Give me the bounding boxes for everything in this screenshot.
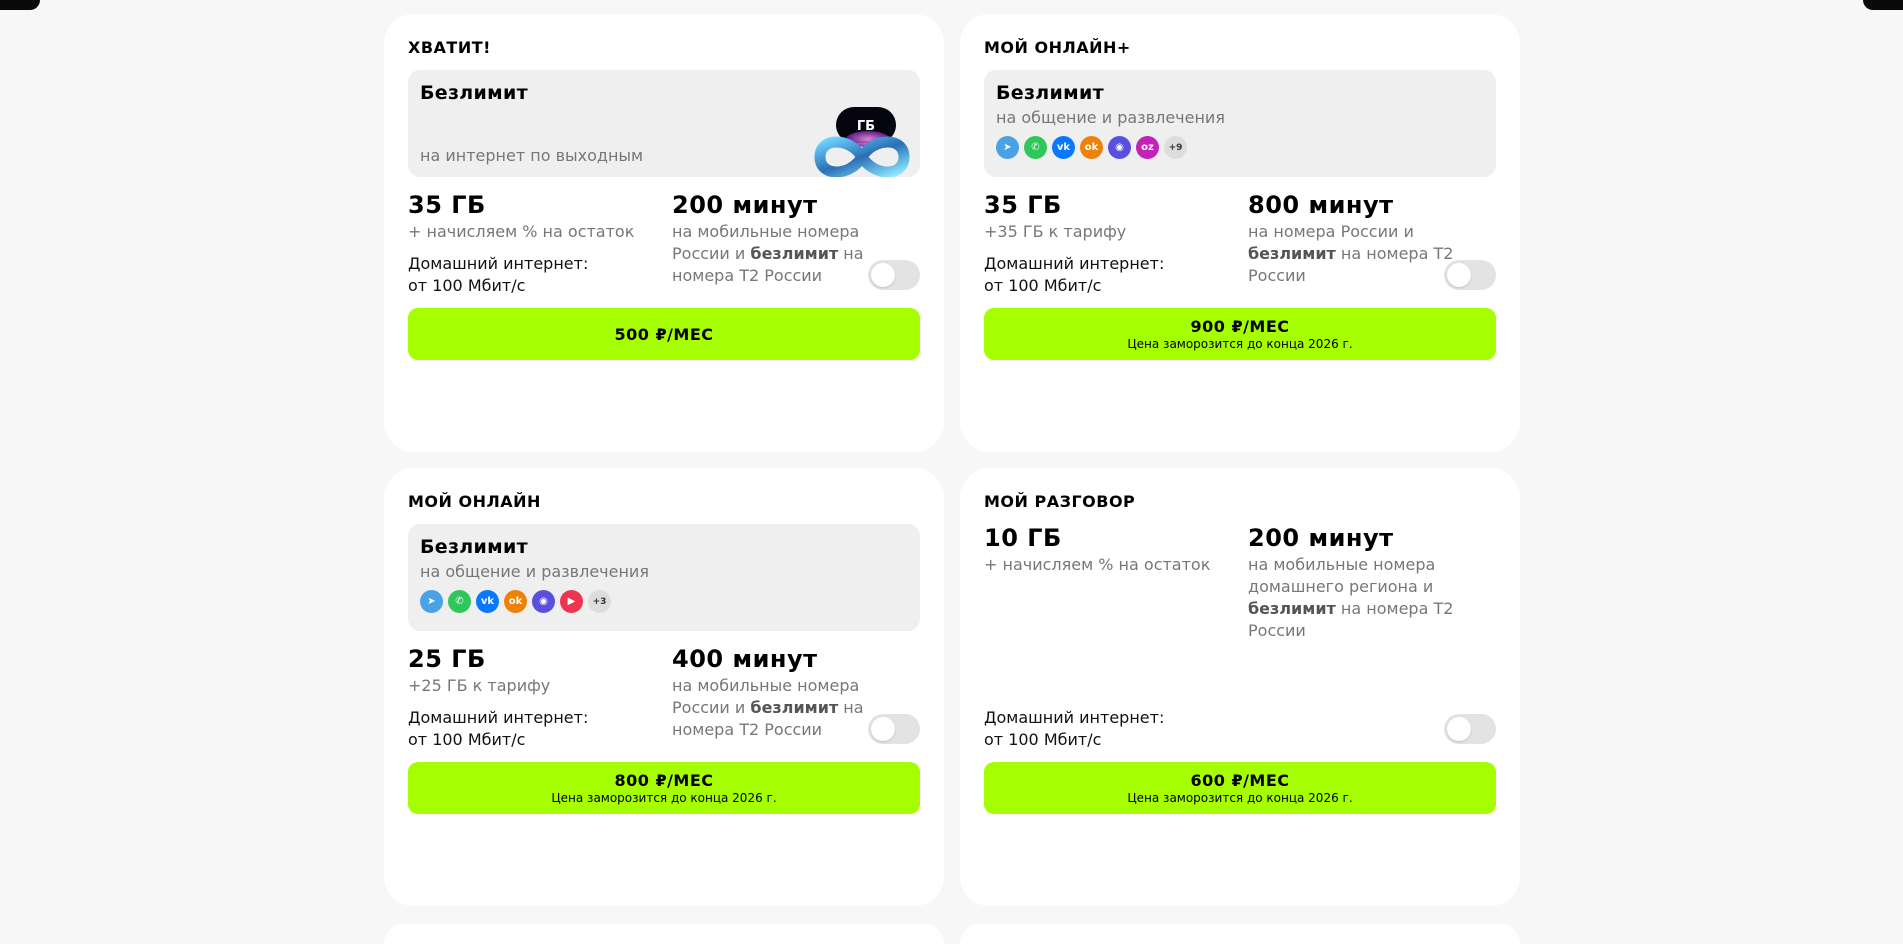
data-stat: 10 ГБ + начисляем % на остаток: [984, 524, 1248, 642]
price-freeze-note: Цена заморозится до конца 2026 г.: [1127, 337, 1353, 351]
minutes-amount: 400 минут: [672, 645, 818, 673]
ok-icon: ok: [1080, 136, 1103, 159]
vk-icon: vk: [1052, 136, 1075, 159]
infinity-gb-icon: ГБ: [814, 107, 910, 177]
telegram-icon: ➤: [420, 590, 443, 613]
telegram-icon: ➤: [996, 136, 1019, 159]
vk-icon: vk: [476, 590, 499, 613]
promo-subtitle: на интернет по выходным: [420, 146, 644, 165]
promo-box: Безлимит на интернет по выходным ГБ: [408, 70, 920, 177]
tariff-title: МОЙ РАЗГОВОР: [984, 492, 1136, 511]
home-internet-label: Домашний интернет: от 100 Мбит/с: [408, 708, 589, 749]
home-internet-row: Домашний интернет: от 100 Мбит/с: [984, 707, 1496, 751]
whatsapp-icon: ✆: [1024, 136, 1047, 159]
data-amount: 35 ГБ: [984, 191, 1062, 219]
data-description: + начисляем % на остаток: [984, 555, 1211, 574]
minutes-amount: 200 минут: [672, 191, 818, 219]
max-icon: ◉: [1108, 136, 1131, 159]
home-internet-label: Домашний интернет: от 100 Мбит/с: [984, 254, 1165, 295]
app-icons: ➤ ✆ vk ok ◉ oz +9: [996, 136, 1484, 159]
price-label: 600 ₽/МЕС: [1190, 771, 1290, 790]
promo-heading: Безлимит: [420, 536, 528, 558]
price-button[interactable]: 500 ₽/МЕС: [408, 308, 920, 360]
minutes-amount: 800 минут: [1248, 191, 1394, 219]
price-freeze-note: Цена заморозится до конца 2026 г.: [1127, 791, 1353, 805]
data-description: +35 ГБ к тарифу: [984, 222, 1127, 241]
promo-box: Безлимит на общение и развлечения ➤ ✆ vk ok…: [408, 524, 920, 631]
tariff-card-hvatit[interactable]: ХВАТИТ! Безлимит на интернет по выходным: [384, 14, 944, 452]
price-label: 500 ₽/МЕС: [614, 324, 714, 344]
home-internet-toggle[interactable]: [1444, 714, 1496, 744]
promo-box: Безлимит на общение и развлечения ➤ ✆ vk ok…: [984, 70, 1496, 177]
price-freeze-note: Цена заморозится до конца 2026 г.: [551, 791, 777, 805]
tariff-title: ХВАТИТ!: [408, 38, 491, 57]
price-button[interactable]: 800 ₽/МЕС Цена заморозится до конца 2026…: [408, 762, 920, 814]
window-corner-right: [1863, 0, 1903, 10]
price-label: 900 ₽/МЕС: [1190, 317, 1290, 336]
data-amount: 25 ГБ: [408, 645, 486, 673]
tariff-title: МОЙ ОНЛАЙН: [408, 492, 541, 511]
minutes-description: на мобильные номера домашнего региона и …: [1248, 555, 1454, 640]
tariff-grid: ХВАТИТ! Безлимит на интернет по выходным: [384, 14, 1520, 906]
tariff-title: МОЙ ОНЛАЙН+: [984, 38, 1131, 57]
data-amount: 35 ГБ: [408, 191, 486, 219]
next-card-left: [384, 924, 944, 944]
window-corner-left: [0, 0, 40, 10]
promo-heading: Безлимит: [996, 82, 1104, 104]
data-description: +25 ГБ к тарифу: [408, 676, 551, 695]
home-internet-label: Домашний интернет: от 100 Мбит/с: [984, 708, 1165, 749]
play-icon: ▶: [560, 590, 583, 613]
home-internet-row: Домашний интернет: от 100 Мбит/с: [408, 253, 920, 297]
whatsapp-icon: ✆: [448, 590, 471, 613]
price-button[interactable]: 600 ₽/МЕС Цена заморозится до конца 2026…: [984, 762, 1496, 814]
price-button[interactable]: 900 ₽/МЕС Цена заморозится до конца 2026…: [984, 308, 1496, 360]
ozon-icon: oz: [1136, 136, 1159, 159]
home-internet-row: Домашний интернет: от 100 Мбит/с: [984, 253, 1496, 297]
home-internet-toggle[interactable]: [868, 714, 920, 744]
next-card-right: [960, 924, 1520, 944]
tariff-card-moy-online[interactable]: МОЙ ОНЛАЙН Безлимит на общение и развлеч…: [384, 468, 944, 906]
home-internet-row: Домашний интернет: от 100 Мбит/с: [408, 707, 920, 751]
promo-subtitle: на общение и развлечения: [420, 562, 649, 581]
tariff-stats: 10 ГБ + начисляем % на остаток 200 минут…: [984, 524, 1496, 642]
data-description: + начисляем % на остаток: [408, 222, 635, 241]
more-apps-badge: +9: [1164, 136, 1187, 159]
more-apps-badge: +3: [588, 590, 611, 613]
max-icon: ◉: [532, 590, 555, 613]
data-amount: 10 ГБ: [984, 524, 1062, 552]
price-label: 800 ₽/МЕС: [614, 771, 714, 790]
promo-subtitle: на общение и развлечения: [996, 108, 1225, 127]
home-internet-toggle[interactable]: [868, 260, 920, 290]
gb-art-label: ГБ: [857, 119, 875, 134]
ok-icon: ok: [504, 590, 527, 613]
tariff-card-moy-razgovor[interactable]: МОЙ РАЗГОВОР 10 ГБ + начисляем % на оста…: [960, 468, 1520, 906]
home-internet-label: Домашний интернет: от 100 Мбит/с: [408, 254, 589, 295]
minutes-stat: 200 минут на мобильные номера домашнего …: [1248, 524, 1496, 642]
app-icons: ➤ ✆ vk ok ◉ ▶ +3: [420, 590, 908, 613]
minutes-amount: 200 минут: [1248, 524, 1394, 552]
home-internet-toggle[interactable]: [1444, 260, 1496, 290]
tariff-card-moy-online-plus[interactable]: МОЙ ОНЛАЙН+ Безлимит на общение и развле…: [960, 14, 1520, 452]
